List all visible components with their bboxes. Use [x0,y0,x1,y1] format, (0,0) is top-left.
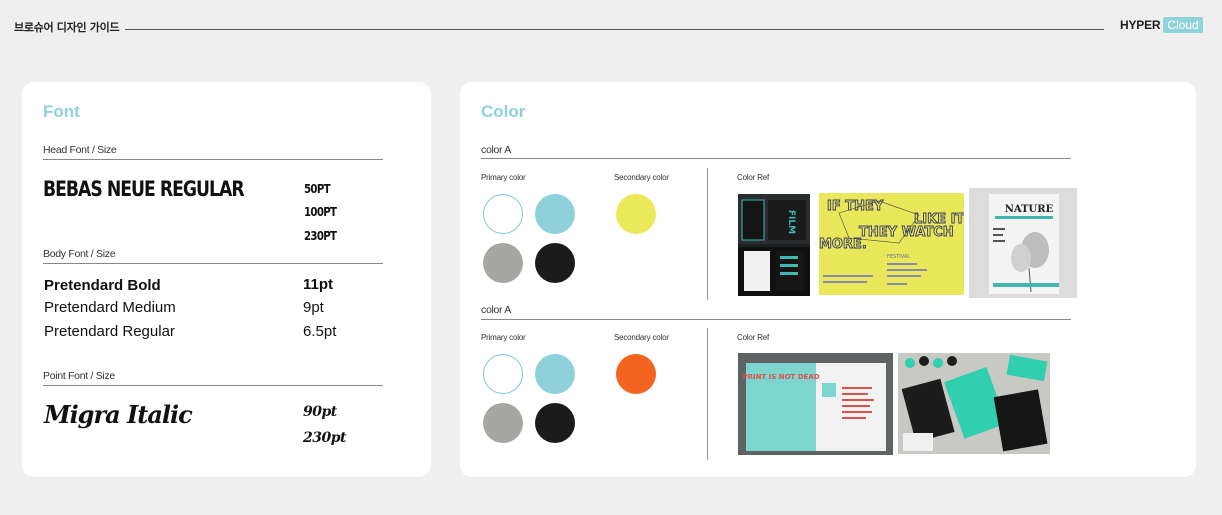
primary-color-label: Primary color [481,173,526,182]
color-swatch [535,354,575,394]
color-set-rule [481,319,1071,320]
point-font-label: Point Font / Size [43,370,115,382]
body-font-name: Pretendard Medium [44,299,176,316]
brand-secondary-text: Cloud [1163,17,1203,33]
head-font-size: 50PT [304,182,331,196]
color-swatch [535,403,575,443]
ref-magazine-image: NATURE [969,188,1077,298]
point-font-rule [43,385,383,386]
color-swatch [535,243,575,283]
primary-color-label: Primary color [481,333,526,342]
body-font-label: Body Font / Size [43,248,116,260]
body-font-name: Pretendard Regular [44,323,175,340]
font-panel: Font Head Font / Size BEBAS NEUE REGULAR… [22,82,431,477]
head-font-size: 100PT [304,205,337,219]
color-swatch [483,403,523,443]
color-set-divider [707,328,708,460]
color-swatch [616,194,656,234]
head-font-label: Head Font / Size [43,144,117,156]
ref-book-title: FILM [786,210,796,234]
page-title: 브로슈어 디자인 가이드 [14,21,120,34]
ref-magazine-title: NATURE [1005,204,1054,215]
brand-primary-text: HYPER [1120,18,1161,32]
ref-poster-small: FESTIVAL [887,254,910,260]
ref-poster-text: IF THEY [827,199,884,214]
color-swatch [483,194,523,234]
color-panel-title: Color [481,102,526,121]
secondary-color-label: Secondary color [614,333,669,342]
color-swatch [483,243,523,283]
color-swatch [616,354,656,394]
color-ref-label: Color Ref [737,333,769,342]
color-panel: Color color A Primary color Secondary co… [460,82,1196,477]
ref-stationery-image [898,353,1050,454]
color-set-label: color A [481,304,511,316]
ref-book-image: FILM [738,194,810,296]
secondary-color-label: Secondary color [614,173,669,182]
point-font-name: Migra Italic [44,400,193,429]
header-divider [125,29,1104,30]
body-font-size: 9pt [303,299,324,316]
ref-poster-image: IF THEY LIKE IT THEY WATCH MORE. FESTIVA… [819,193,964,295]
point-font-size: 90pt [303,404,337,420]
point-font-size: 230pt [303,430,346,446]
font-panel-title: Font [43,102,80,121]
body-font-size: 6.5pt [303,323,337,340]
color-set-label: color A [481,144,511,156]
head-font-size: 230PT [304,229,337,243]
color-ref-label: Color Ref [737,173,769,182]
head-font-name: BEBAS NEUE REGULAR [43,177,245,201]
body-font-rule [43,263,383,264]
brand-logo: HYPER Cloud [1120,17,1203,33]
ref-spread-title: PRINT IS NOT DEAD [742,373,819,381]
color-set-divider [707,168,708,300]
color-swatch [535,194,575,234]
ref-spread-image: PRINT IS NOT DEAD [738,353,893,455]
color-swatch [483,354,523,394]
color-set-rule [481,158,1071,159]
head-font-rule [43,159,383,160]
body-font-name: Pretendard Bold [44,277,161,294]
body-font-size: 11pt [303,276,334,293]
